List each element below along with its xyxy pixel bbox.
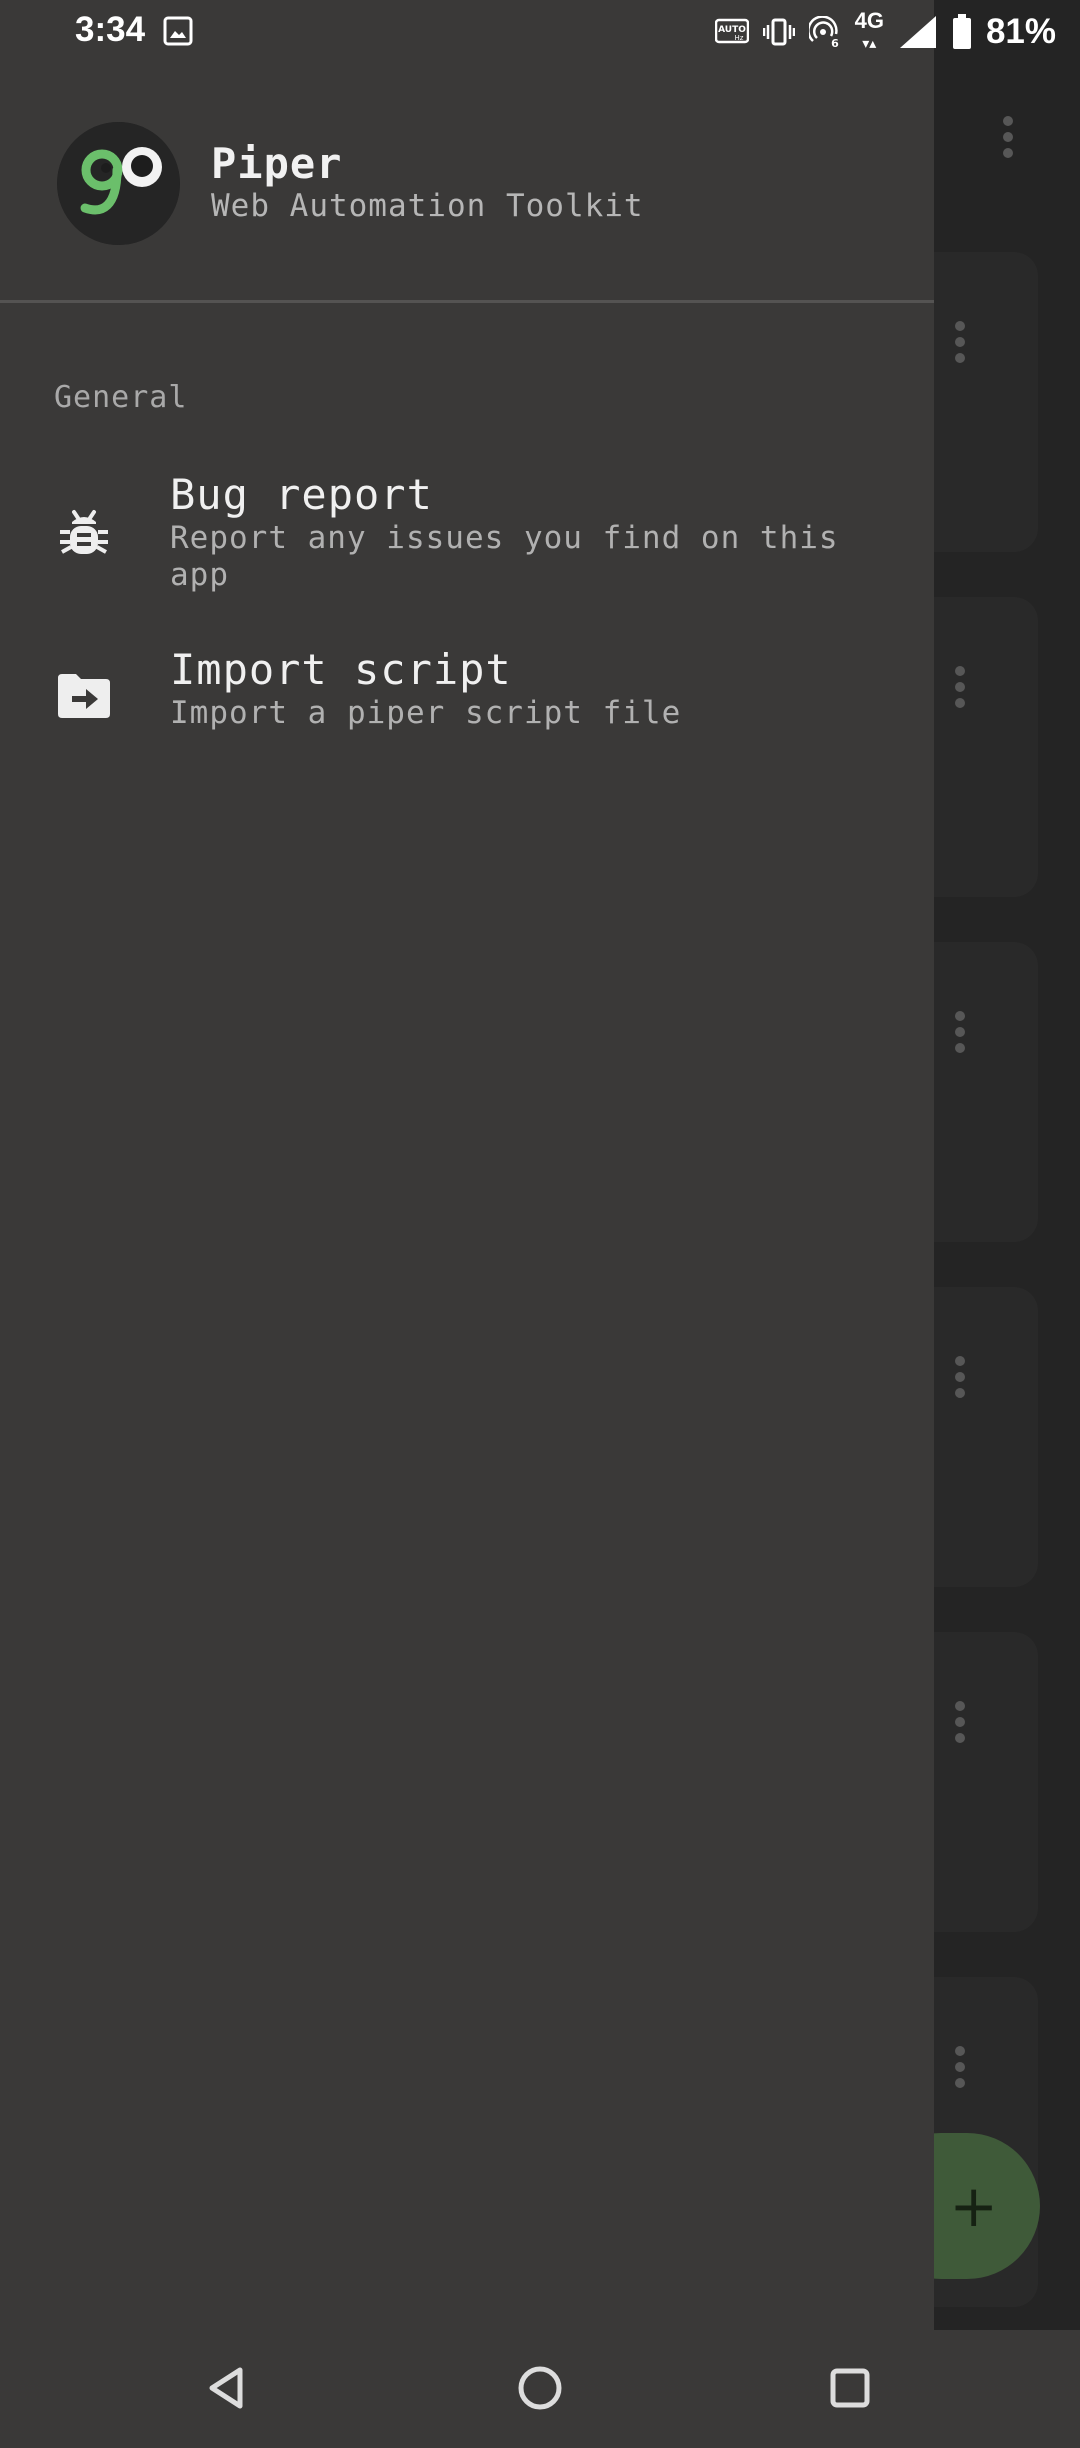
recents-icon[interactable] (820, 2358, 880, 2418)
app-logo-icon (57, 122, 180, 245)
image-icon (163, 16, 193, 46)
status-time: 3:34 (75, 10, 146, 49)
section-label: General (54, 380, 188, 415)
folder-import-icon (58, 674, 110, 718)
vibrate-icon (762, 18, 795, 46)
auto-hz-icon: AUTO Hz (714, 18, 749, 44)
navigation-drawer: Piper Web Automation Toolkit General Bug… (0, 0, 934, 2330)
battery-icon (952, 14, 971, 49)
app-name: Piper (211, 139, 343, 188)
bug-icon (60, 510, 108, 554)
svg-text:Hz: Hz (734, 34, 743, 42)
drawer-scrim[interactable] (934, 0, 1080, 2330)
svg-text:6: 6 (831, 37, 839, 48)
drawer-header: Piper Web Automation Toolkit (0, 64, 934, 303)
app-tagline: Web Automation Toolkit (211, 188, 644, 224)
signal-icon (899, 16, 936, 48)
network-type: 4G ▾▴ (854, 8, 884, 52)
home-icon[interactable] (510, 2358, 570, 2418)
nav-item-title: Bug report (170, 470, 433, 519)
status-bar: 3:34 AUTO Hz 6 4G ▾▴ 81% (0, 0, 1080, 64)
nav-item-subtitle: Import a piper script file (170, 695, 682, 731)
back-icon[interactable] (198, 2358, 258, 2418)
system-nav-bar (0, 2330, 1080, 2448)
nav-item-bug-report[interactable]: Bug report Report any issues you find on… (0, 450, 934, 600)
hotspot-icon: 6 (808, 16, 839, 48)
nav-item-subtitle: Report any issues you find on this app (170, 520, 839, 593)
nav-item-title: Import script (170, 645, 512, 694)
battery-percent: 81% (985, 12, 1056, 51)
nav-item-import-script[interactable]: Import script Import a piper script file (0, 630, 934, 750)
